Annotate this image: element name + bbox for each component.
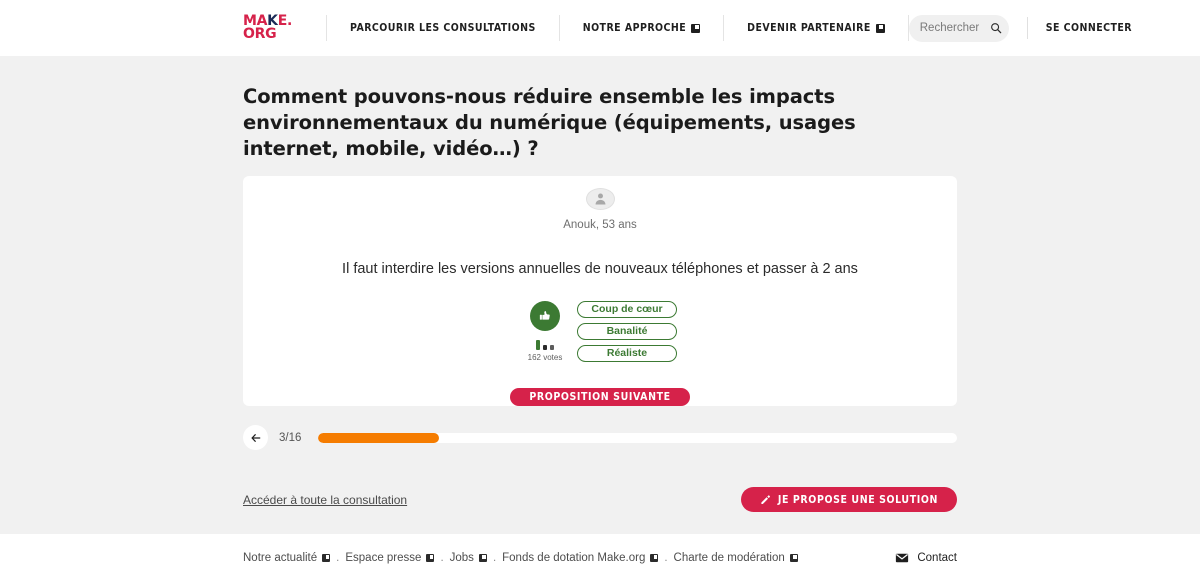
page-root: MAKE. ORG Parcourir les consultations Not… <box>0 0 1200 581</box>
logo-text-org: ORG <box>243 26 277 42</box>
search-box[interactable] <box>908 14 1009 42</box>
makeorg-logo[interactable]: MAKE. ORG <box>243 13 293 42</box>
progress-row: 3/16 <box>243 425 957 450</box>
votes-count-label: 162 votes <box>527 352 563 362</box>
proposal-text: Il faut interdire les versions annuelles… <box>342 260 858 277</box>
proposal-author: Anouk, 53 ans <box>563 218 637 231</box>
thumbs-up-icon <box>539 310 550 320</box>
header-inner: MAKE. ORG Parcourir les consultations Not… <box>0 0 1200 56</box>
external-link-icon <box>426 554 435 562</box>
site-header: MAKE. ORG Parcourir les consultations Not… <box>0 0 1200 56</box>
footer-link-fonds-de-dotation[interactable]: Fonds de dotation Make.org <box>502 552 659 564</box>
footer-link-label: Espace presse <box>345 552 422 564</box>
footer-top-row: Notre actualité . Espace presse . Jobs .… <box>243 534 957 581</box>
vote-bar-neutral <box>550 344 554 350</box>
external-link-icon <box>650 554 659 562</box>
footer-link-label: Fonds de dotation Make.org <box>502 552 646 564</box>
search-input[interactable] <box>919 22 982 34</box>
main-content: Comment pouvons-nous réduire ensemble le… <box>0 56 1200 534</box>
footer-link-charte-moderation[interactable]: Charte de modération <box>674 552 798 564</box>
footer-link-jobs[interactable]: Jobs <box>450 552 487 564</box>
pencil-icon <box>761 495 770 504</box>
footer-separator: . <box>664 552 668 564</box>
next-proposal-button[interactable]: Proposition suivante <box>510 387 690 406</box>
logo-text-dot: . <box>287 13 293 29</box>
footer-separator: . <box>440 552 444 564</box>
external-link-icon <box>478 554 487 562</box>
footer-link-label: Notre actualité <box>243 552 318 564</box>
main-navigation: Parcourir les consultations Notre approc… <box>326 0 909 56</box>
qualification-list: Coup de cœur Banalité Réaliste <box>577 300 677 362</box>
header-divider <box>1026 17 1028 39</box>
nav-item-our-approach[interactable]: Notre approche <box>558 15 723 41</box>
contact-link[interactable]: Contact <box>895 551 957 565</box>
external-link-icon <box>789 554 798 562</box>
person-icon <box>595 193 605 205</box>
vote-bar-agree <box>536 339 540 350</box>
nav-item-browse-consultations[interactable]: Parcourir les consultations <box>326 15 559 41</box>
external-link-icon <box>691 23 701 33</box>
avatar <box>585 188 615 210</box>
vote-bar-disagree <box>543 344 547 350</box>
footer-separator: . <box>336 552 340 564</box>
nav-item-become-partner[interactable]: Devenir partenaire <box>723 15 909 41</box>
vote-column: 162 votes <box>523 300 567 362</box>
footer-link-espace-presse[interactable]: Espace presse <box>345 552 435 564</box>
contact-label: Contact <box>917 552 957 564</box>
envelope-icon <box>896 553 909 563</box>
progress-counter: 3/16 <box>279 431 302 444</box>
login-link[interactable]: Se connecter <box>1046 22 1132 34</box>
proposal-card: Anouk, 53 ans Il faut interdire les vers… <box>243 176 957 406</box>
external-link-icon <box>322 554 331 562</box>
vote-row: 162 votes Coup de cœur Banalité Réaliste <box>523 300 677 362</box>
nav-label-become-partner: Devenir partenaire <box>747 22 871 34</box>
qualification-banalite[interactable]: Banalité <box>577 322 677 340</box>
propose-solution-button[interactable]: Je propose une solution <box>740 487 957 512</box>
progress-fill <box>318 432 440 443</box>
footer-link-notre-actualite[interactable]: Notre actualité <box>243 552 331 564</box>
site-footer: Notre actualité . Espace presse . Jobs .… <box>0 534 1200 581</box>
all-consultation-link[interactable]: Accéder à toute la consultation <box>243 493 407 507</box>
nav-label-our-approach: Notre approche <box>582 22 687 34</box>
previous-proposal-button[interactable] <box>243 425 268 450</box>
logo-text-e: E <box>277 13 288 29</box>
nav-label-browse-consultations: Parcourir les consultations <box>350 22 536 34</box>
action-row: Accéder à toute la consultation Je propo… <box>243 487 957 534</box>
external-link-icon <box>875 23 885 33</box>
consultation-title: Comment pouvons-nous réduire ensemble le… <box>243 85 856 160</box>
header-right-group: Se connecter <box>908 14 1132 42</box>
search-icon <box>990 23 1002 34</box>
footer-link-label: Charte de modération <box>673 552 785 564</box>
propose-solution-label: Je propose une solution <box>777 493 938 506</box>
qualification-realiste[interactable]: Réaliste <box>577 344 677 362</box>
arrow-left-icon <box>250 433 260 442</box>
footer-link-label: Jobs <box>449 552 474 564</box>
vote-distribution-bars <box>536 339 554 350</box>
footer-links: Notre actualité . Espace presse . Jobs .… <box>243 552 798 564</box>
footer-separator: . <box>492 552 497 564</box>
qualification-coup-de-coeur[interactable]: Coup de cœur <box>577 300 677 318</box>
progress-track <box>318 432 957 443</box>
vote-agree-button[interactable] <box>530 300 560 331</box>
